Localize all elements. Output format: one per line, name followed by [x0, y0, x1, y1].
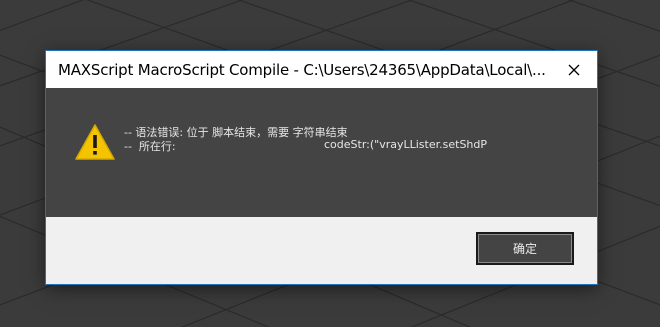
maxscript-error-dialog: MAXScript MacroScript Compile - C:\Users… [46, 51, 597, 284]
dialog-titlebar[interactable]: MAXScript MacroScript Compile - C:\Users… [46, 51, 597, 88]
close-icon [568, 64, 580, 75]
ok-button[interactable]: 确定 [476, 232, 574, 265]
warning-icon [75, 124, 115, 160]
dialog-title: MAXScript MacroScript Compile - C:\Users… [58, 61, 546, 79]
close-button[interactable] [551, 51, 597, 88]
dialog-footer: 确定 [46, 217, 597, 284]
error-code-excerpt: codeStr:("vrayLLister.setShdP [324, 138, 488, 151]
error-location-label: -- 所在行: [124, 140, 176, 153]
dialog-content: -- 语法错误: 位于 脚本结束，需要 字符串结束 -- 所在行: codeSt… [46, 88, 597, 217]
